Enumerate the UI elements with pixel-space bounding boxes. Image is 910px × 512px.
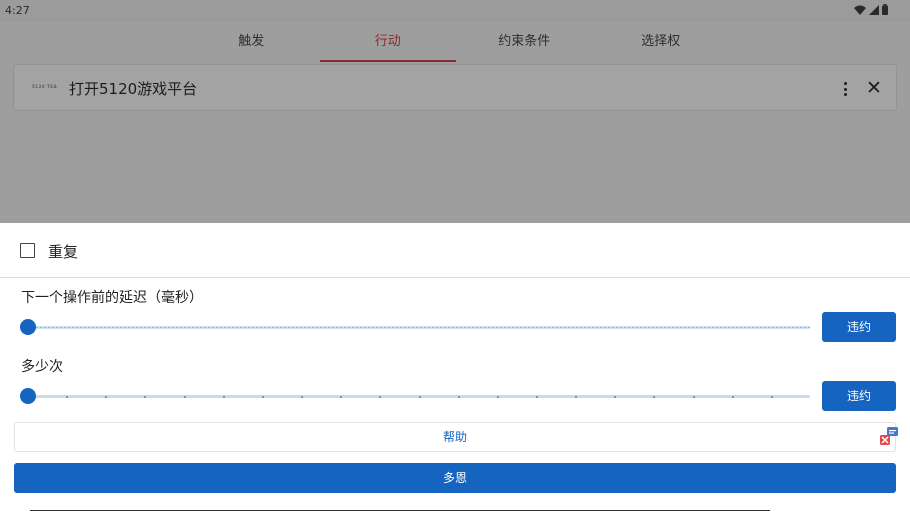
action-card[interactable]: 5120 TEA 打开5120游戏平台 ✕: [13, 64, 897, 111]
slider-tick: [183, 395, 186, 398]
tab-bar: 触发 行动 约束条件 选择权: [183, 22, 729, 62]
delay-label: 下一个操作前的延迟（毫秒）: [21, 290, 203, 306]
tab-trigger[interactable]: 触发: [183, 22, 320, 62]
slider-tick: [418, 395, 421, 398]
tab-action[interactable]: 行动: [319, 22, 457, 62]
status-bar: 4:27: [0, 0, 910, 22]
app-logo: 5120 TEA: [32, 84, 58, 89]
status-time: 4:27: [5, 4, 30, 17]
repeat-label: 重复: [48, 243, 79, 261]
navigation-bar-line: [30, 510, 770, 511]
delay-slider-thumb[interactable]: [20, 319, 36, 335]
slider-tick: [144, 395, 147, 398]
signal-icon: [869, 4, 879, 15]
battery-icon: [882, 4, 888, 15]
count-slider[interactable]: [20, 386, 810, 406]
slider-tick: [575, 395, 578, 398]
delay-default-button[interactable]: 违约: [822, 312, 896, 342]
slider-tick: [261, 395, 264, 398]
tab-constraints[interactable]: 约束条件: [456, 22, 593, 62]
slider-tick: [731, 395, 734, 398]
wifi-icon: [854, 5, 866, 15]
slider-tick: [340, 395, 343, 398]
repeat-checkbox[interactable]: [20, 243, 35, 258]
slider-tick: [301, 395, 304, 398]
count-slider-thumb[interactable]: [20, 388, 36, 404]
slider-tick: [770, 395, 773, 398]
count-label: 多少次: [21, 359, 63, 375]
more-options-icon[interactable]: [838, 80, 852, 98]
slider-tick: [222, 395, 225, 398]
tab-options[interactable]: 选择权: [593, 22, 730, 62]
slider-tick: [614, 395, 617, 398]
close-icon[interactable]: ✕: [866, 79, 882, 98]
help-button[interactable]: 帮助: [14, 422, 896, 452]
slider-tick: [457, 395, 460, 398]
slider-tick: [105, 395, 108, 398]
slider-tick: [535, 395, 538, 398]
delay-slider-track: [27, 326, 810, 329]
floating-assistant-icon[interactable]: [879, 426, 899, 446]
status-icons: [854, 4, 888, 15]
slider-tick: [379, 395, 382, 398]
delay-slider[interactable]: [20, 317, 810, 337]
count-default-button[interactable]: 违约: [822, 381, 896, 411]
slider-tick: [692, 395, 695, 398]
slider-tick: [653, 395, 656, 398]
action-options-sheet: 重复 下一个操作前的延迟（毫秒） 违约 多少次 违约 帮助 多恩: [0, 223, 910, 512]
slider-tick: [66, 395, 69, 398]
done-button[interactable]: 多恩: [14, 463, 896, 493]
macro-editor-background: 触发 行动 约束条件 选择权 5120 TEA 打开5120游戏平台 ✕: [0, 22, 910, 223]
slider-tick: [496, 395, 499, 398]
count-slider-ticks: [27, 395, 810, 398]
action-title: 打开5120游戏平台: [69, 80, 198, 98]
repeat-row[interactable]: 重复: [0, 223, 910, 278]
